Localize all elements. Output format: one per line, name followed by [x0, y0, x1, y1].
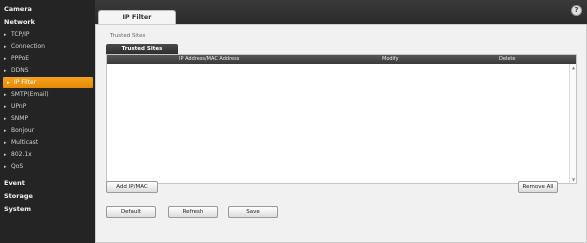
sidebar-item-multicast[interactable]: ▸ Multicast — [0, 137, 95, 148]
chevron-right-icon: ▸ — [4, 140, 7, 146]
sidebar-item-label: 802.1x — [11, 151, 32, 158]
sidebar-item-network[interactable]: Network — [0, 17, 95, 28]
sidebar-item-802-1x[interactable]: ▸ 802.1x — [0, 149, 95, 160]
sidebar-item-label: Camera — [4, 5, 32, 13]
chevron-right-icon: ▸ — [4, 68, 7, 74]
chevron-right-icon: ▸ — [4, 32, 7, 38]
default-button[interactable]: Default — [106, 206, 156, 218]
sidebar-item-label: PPPoE — [11, 55, 30, 62]
sidebar-item-label: Storage — [4, 192, 33, 200]
sidebar: Camera Network ▸ TCP/IP ▸ Connection ▸ PPPoE ▸ DD… — [0, 0, 95, 243]
sidebar-item-camera[interactable]: Camera — [0, 4, 95, 15]
tab-bar: IP Filter ? — [95, 0, 587, 24]
help-icon[interactable]: ? — [571, 5, 582, 16]
add-ip-mac-button[interactable]: Add IP/MAC — [106, 181, 158, 193]
chevron-right-icon: ▸ — [4, 104, 7, 110]
sidebar-item-label: IP Filter — [14, 79, 37, 86]
column-header-modify: Modify — [382, 56, 399, 62]
sidebar-item-qos[interactable]: ▸ QoS — [0, 161, 95, 172]
chevron-right-icon: ▸ — [4, 56, 7, 62]
scroll-down-icon[interactable]: ▼ — [571, 177, 576, 182]
sidebar-item-label: Connection — [11, 43, 45, 50]
sidebar-item-storage[interactable]: Storage — [0, 191, 95, 202]
scroll-up-icon[interactable]: ▲ — [571, 65, 576, 70]
chevron-right-icon: ▸ — [7, 80, 10, 86]
sidebar-item-system[interactable]: System — [0, 204, 95, 215]
sidebar-item-label: System — [4, 205, 32, 213]
chevron-right-icon: ▸ — [4, 92, 7, 98]
remove-all-button[interactable]: Remove All — [518, 181, 558, 193]
chevron-right-icon: ▸ — [4, 152, 7, 158]
main-panel: IP Filter ? Trusted Sites Trusted Sites … — [95, 0, 587, 243]
sidebar-item-bonjour[interactable]: ▸ Bonjour — [0, 125, 95, 136]
sidebar-item-label: Event — [4, 179, 25, 187]
table-scrollbar[interactable]: ▲ ▼ — [569, 64, 576, 183]
sidebar-item-pppoe[interactable]: ▸ PPPoE — [0, 53, 95, 64]
sidebar-item-ddns[interactable]: ▸ DDNS — [0, 65, 95, 76]
chevron-right-icon: ▸ — [4, 128, 7, 134]
sidebar-item-label: Network — [4, 18, 35, 26]
table-header: IP Address/MAC Address Modify Delete — [107, 55, 576, 64]
sidebar-item-event[interactable]: Event — [0, 178, 95, 189]
sidebar-item-connection[interactable]: ▸ Connection — [0, 41, 95, 52]
sidebar-item-label: SMTP(Email) — [11, 91, 49, 98]
chevron-right-icon: ▸ — [4, 116, 7, 122]
trusted-sites-table: IP Address/MAC Address Modify Delete ▲ ▼ — [106, 54, 577, 184]
sidebar-item-label: UPnP — [11, 103, 27, 110]
sidebar-item-label: QoS — [11, 163, 24, 170]
chevron-right-icon: ▸ — [4, 44, 7, 50]
chevron-right-icon: ▸ — [4, 164, 7, 170]
column-header-delete: Delete — [499, 56, 516, 62]
sidebar-item-smtp-email[interactable]: ▸ SMTP(Email) — [0, 89, 95, 100]
subtab-trusted-sites[interactable]: Trusted Sites — [106, 44, 178, 54]
content-area: Trusted Sites Trusted Sites IP Address/M… — [95, 24, 587, 243]
sidebar-item-upnp[interactable]: ▸ UPnP — [0, 101, 95, 112]
sidebar-item-snmp[interactable]: ▸ SNMP — [0, 113, 95, 124]
save-button[interactable]: Save — [228, 206, 278, 218]
refresh-button[interactable]: Refresh — [168, 206, 218, 218]
sidebar-item-label: Multicast — [11, 139, 39, 146]
sidebar-item-tcp-ip[interactable]: ▸ TCP/IP — [0, 29, 95, 40]
tab-ip-filter[interactable]: IP Filter — [98, 10, 176, 24]
section-label: Trusted Sites — [110, 33, 146, 39]
sidebar-item-label: Bonjour — [11, 127, 35, 134]
column-header-address: IP Address/MAC Address — [179, 56, 240, 62]
sidebar-item-label: DDNS — [11, 67, 29, 74]
sidebar-item-ip-filter[interactable]: ▸ IP Filter — [3, 77, 93, 88]
sidebar-item-label: SNMP — [11, 115, 29, 122]
sidebar-item-label: TCP/IP — [11, 31, 30, 38]
